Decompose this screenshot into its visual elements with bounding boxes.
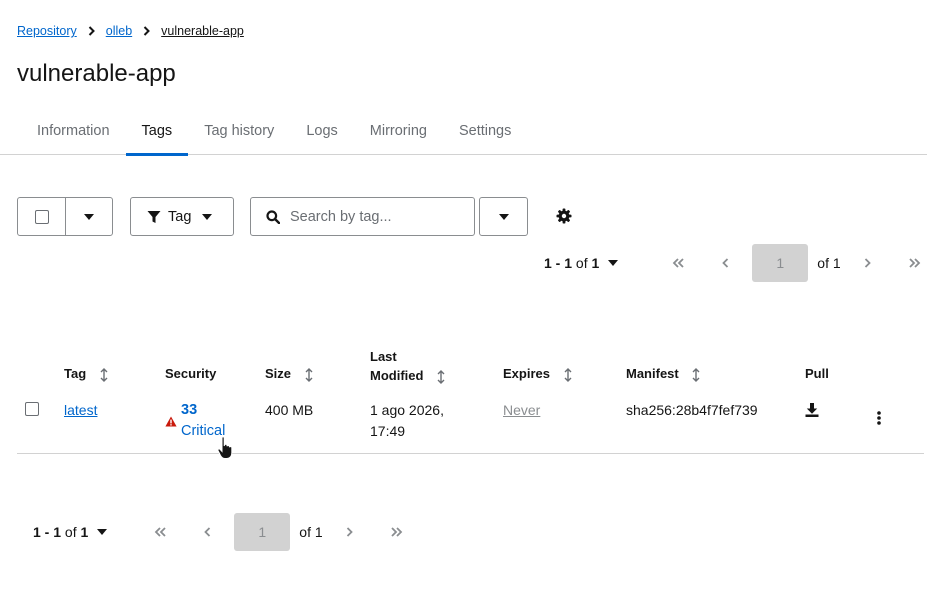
tab-tag-history[interactable]: Tag history bbox=[188, 112, 290, 155]
sort-icon bbox=[564, 367, 572, 382]
vulnerability-count: 33 bbox=[181, 402, 198, 418]
angle-right-icon bbox=[347, 527, 353, 537]
kebab-icon bbox=[877, 411, 881, 425]
column-header-expires[interactable]: Expires bbox=[503, 366, 572, 382]
angle-left-icon bbox=[204, 527, 210, 537]
last-modified-value: 1 ago 2026, 17:49 bbox=[370, 400, 444, 442]
caret-down-icon bbox=[202, 213, 213, 220]
pagination-top: 1 - 1 of 1 1 of 1 bbox=[544, 244, 925, 282]
tab-information[interactable]: Information bbox=[21, 112, 126, 155]
previous-page-button[interactable] bbox=[715, 258, 735, 268]
pagination-of-label: of bbox=[64, 524, 77, 540]
column-header-size-label: Size bbox=[265, 366, 292, 381]
expires-link[interactable]: Never bbox=[503, 400, 540, 421]
download-icon bbox=[805, 403, 819, 417]
page-title: vulnerable-app bbox=[17, 60, 176, 87]
last-modified-time: 17:49 bbox=[370, 423, 406, 439]
filter-dropdown-label: Tag bbox=[168, 208, 192, 225]
caret-down-icon bbox=[608, 260, 619, 266]
caret-down-icon bbox=[84, 213, 94, 220]
column-header-last-modified-line1: Last bbox=[370, 349, 397, 364]
total-pages-label: of 1 bbox=[299, 524, 323, 540]
manifest-digest: sha256:28b4f7fef739 bbox=[626, 402, 758, 418]
search-options-toggle[interactable] bbox=[479, 197, 528, 236]
tab-mirroring[interactable]: Mirroring bbox=[354, 112, 443, 155]
sort-icon bbox=[100, 367, 108, 382]
chevron-right-icon bbox=[143, 26, 151, 36]
sort-icon bbox=[305, 367, 313, 382]
angle-right-icon bbox=[865, 258, 871, 268]
caret-down-icon bbox=[97, 529, 108, 535]
column-header-pull-label: Pull bbox=[805, 366, 829, 381]
breadcrumb-namespace-link[interactable]: olleb bbox=[106, 24, 132, 38]
previous-page-button[interactable] bbox=[197, 527, 217, 537]
column-header-security-label: Security bbox=[165, 366, 217, 381]
total-pages-label: of 1 bbox=[817, 255, 841, 271]
chevron-right-icon bbox=[88, 26, 95, 36]
filter-dropdown[interactable]: Tag bbox=[130, 197, 234, 236]
filter-icon bbox=[147, 210, 161, 223]
column-header-security: Security bbox=[165, 366, 216, 381]
pagination-total: 1 bbox=[80, 524, 89, 540]
row-select-checkbox[interactable] bbox=[25, 402, 39, 416]
bulk-select bbox=[17, 197, 113, 236]
tab-bar: Information Tags Tag history Logs Mirror… bbox=[0, 112, 927, 156]
current-page-input[interactable]: 1 bbox=[234, 513, 291, 551]
bulk-select-checkbox[interactable] bbox=[34, 209, 49, 224]
angle-double-left-icon bbox=[154, 527, 166, 537]
column-header-size[interactable]: Size bbox=[265, 366, 313, 382]
row-divider bbox=[17, 453, 924, 454]
column-header-manifest[interactable]: Manifest bbox=[626, 366, 700, 382]
column-header-tag-label: Tag bbox=[64, 366, 87, 381]
warning-triangle-icon bbox=[165, 416, 177, 427]
next-page-button[interactable] bbox=[340, 527, 360, 537]
next-page-button[interactable] bbox=[858, 258, 878, 268]
column-header-expires-label: Expires bbox=[503, 366, 550, 381]
column-header-tag[interactable]: Tag bbox=[64, 366, 108, 382]
last-page-button[interactable] bbox=[905, 258, 925, 268]
pagination-range: 1 - 1 bbox=[544, 255, 573, 271]
pagination-of-label: of bbox=[575, 255, 588, 271]
angle-double-left-icon bbox=[672, 258, 684, 268]
caret-down-icon bbox=[498, 213, 509, 220]
last-modified-date: 1 ago 2026, bbox=[370, 402, 444, 418]
bulk-select-toggle[interactable] bbox=[66, 198, 112, 235]
angle-left-icon bbox=[722, 258, 728, 268]
search-input[interactable] bbox=[290, 208, 460, 225]
tab-tags[interactable]: Tags bbox=[125, 112, 189, 156]
pagination-total: 1 bbox=[591, 255, 600, 271]
last-page-button[interactable] bbox=[387, 527, 407, 537]
pagination-count-toggle[interactable]: 1 - 1 of 1 bbox=[544, 255, 619, 271]
angle-double-right-icon bbox=[909, 258, 921, 268]
sort-icon bbox=[692, 367, 700, 382]
pointer-cursor-icon bbox=[217, 436, 233, 459]
column-header-manifest-label: Manifest bbox=[626, 366, 679, 381]
breadcrumb: Repository olleb vulnerable-app bbox=[17, 24, 244, 38]
tag-name-link[interactable]: latest bbox=[64, 400, 97, 421]
tab-settings[interactable]: Settings bbox=[443, 112, 527, 155]
breadcrumb-repository-link[interactable]: Repository bbox=[17, 24, 77, 38]
tab-logs[interactable]: Logs bbox=[290, 112, 353, 155]
search-box bbox=[250, 197, 475, 236]
gear-icon bbox=[556, 208, 572, 224]
sort-icon bbox=[437, 369, 445, 384]
size-value: 400 MB bbox=[265, 402, 314, 418]
first-page-button[interactable] bbox=[668, 258, 688, 268]
column-header-pull: Pull bbox=[805, 366, 829, 381]
pagination-bottom: 1 - 1 of 1 1 of 1 bbox=[33, 513, 407, 551]
bulk-select-checkbox-area[interactable] bbox=[18, 198, 66, 235]
column-header-last-modified-line2: Modified bbox=[370, 368, 424, 383]
search-icon bbox=[266, 209, 280, 224]
pagination-count-toggle[interactable]: 1 - 1 of 1 bbox=[33, 524, 108, 540]
column-header-last-modified[interactable]: Last Modified bbox=[370, 347, 445, 385]
angle-double-right-icon bbox=[391, 527, 403, 537]
row-actions-kebab[interactable] bbox=[874, 409, 884, 427]
pagination-range: 1 - 1 bbox=[33, 524, 62, 540]
breadcrumb-current[interactable]: vulnerable-app bbox=[161, 24, 244, 38]
current-page-input[interactable]: 1 bbox=[752, 244, 809, 282]
column-settings-button[interactable] bbox=[555, 207, 573, 225]
pull-command-button[interactable] bbox=[804, 402, 820, 418]
first-page-button[interactable] bbox=[150, 527, 170, 537]
